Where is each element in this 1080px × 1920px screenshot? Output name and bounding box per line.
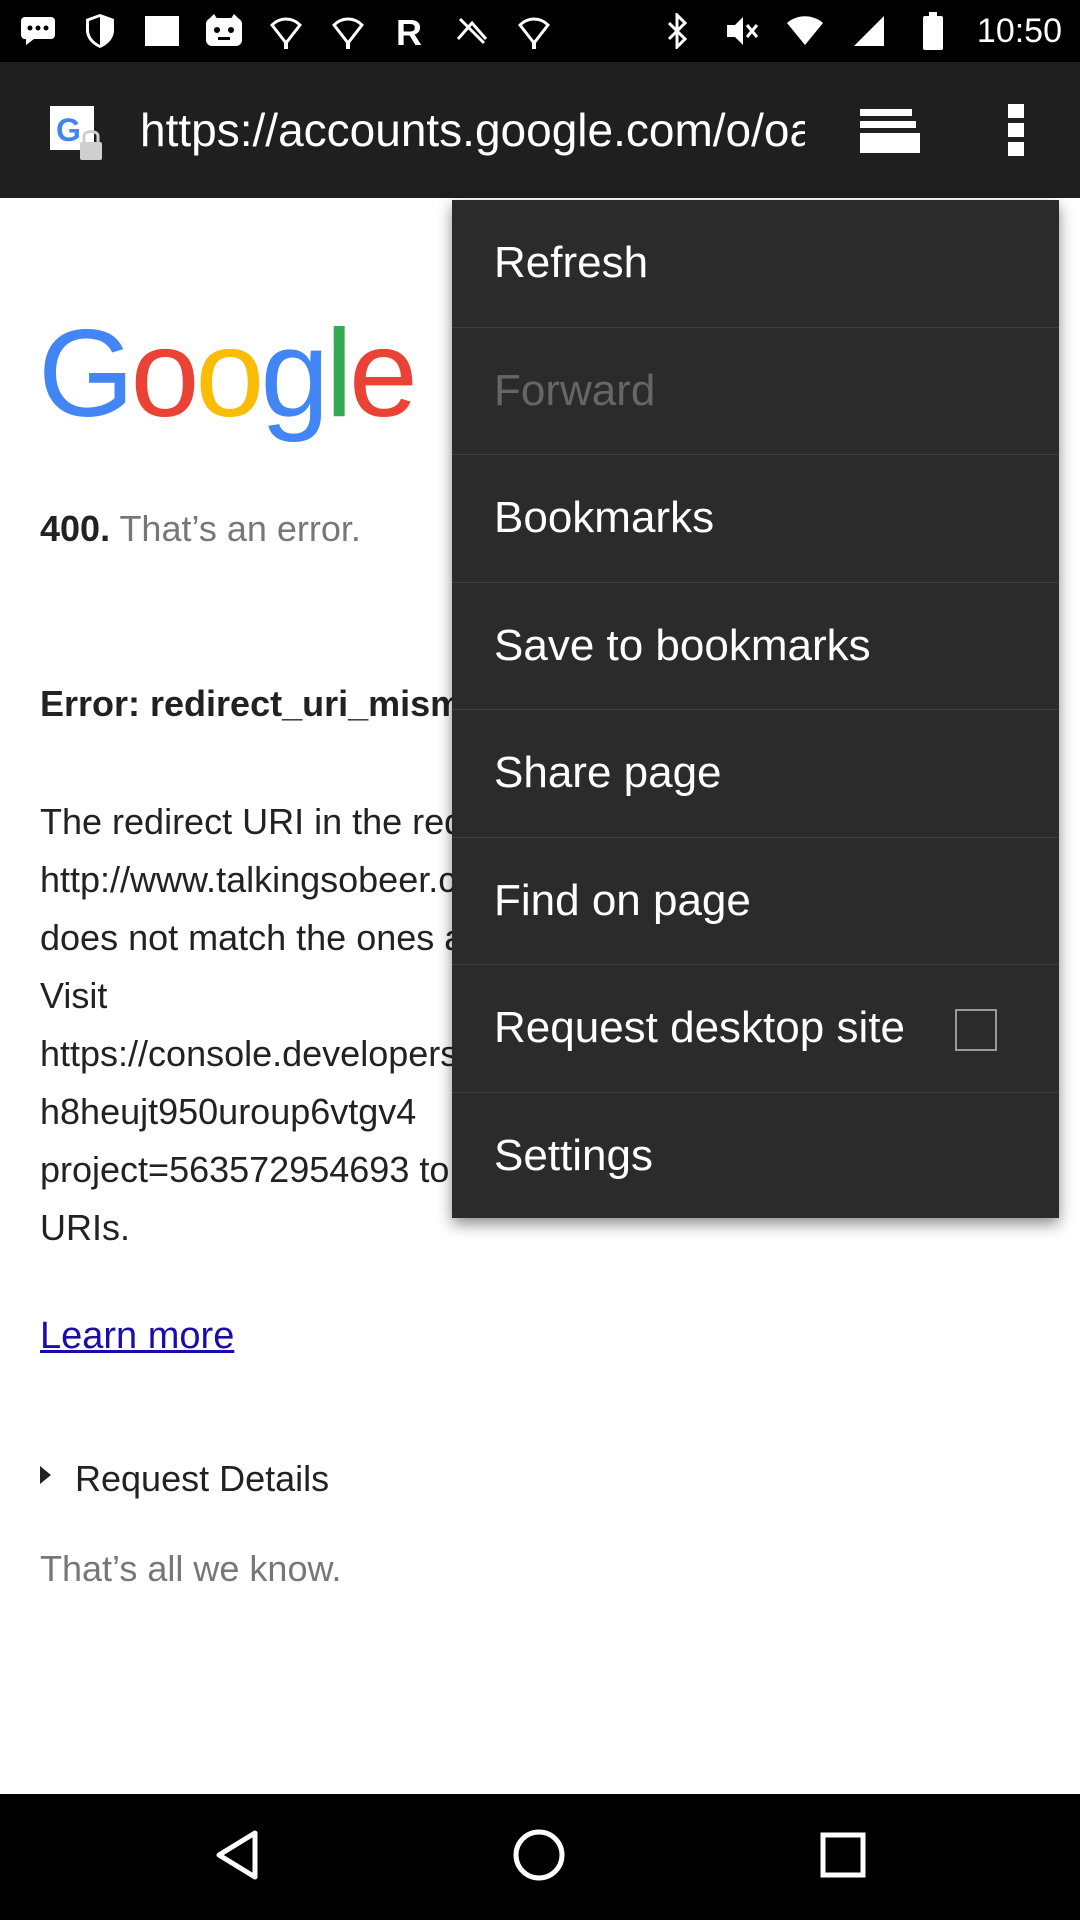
svg-text:Google: Google [38,318,414,443]
tabs-button[interactable] [850,92,930,172]
menu-item-share-page[interactable]: Share page [452,710,1059,838]
footer-text: That’s all we know. [40,1548,342,1589]
battery-icon [913,11,953,51]
wifi-icon [328,11,368,51]
menu-item-save-to-bookmarks[interactable]: Save to bookmarks [452,583,1059,710]
secure-site-favicon-icon: G [50,106,106,162]
recents-icon [819,1831,867,1884]
error-code: 400. [40,508,111,549]
browser-toolbar: G https://accounts.google.com/o/oauth2/a… [0,62,1080,198]
volume-off-icon [721,11,761,51]
overflow-menu: Refresh Forward Bookmarks Save to bookma… [452,200,1059,1218]
status-bar: R 10:50 [0,0,1080,62]
cat-icon [204,11,244,51]
tabs-stack-icon [858,105,922,160]
expand-arrow-icon [40,1466,51,1484]
signal-icon [849,11,889,51]
more-vert-icon [1006,102,1026,163]
chat-icon [18,11,58,51]
menu-item-bookmarks[interactable]: Bookmarks [452,455,1059,583]
request-desktop-site-checkbox[interactable] [955,1009,997,1051]
status-left-icons: R [18,8,554,54]
url-field[interactable]: https://accounts.google.com/o/oauth2/aut… [140,102,805,158]
navigation-bar [0,1794,1080,1920]
home-button[interactable] [494,1814,584,1900]
home-icon [511,1827,567,1888]
menu-item-settings[interactable]: Settings [452,1093,1059,1221]
signal-off-icon [452,11,492,51]
menu-item-find-on-page[interactable]: Find on page [452,838,1059,965]
svg-text:R: R [396,13,422,49]
menu-item-refresh[interactable]: Refresh [452,200,1059,328]
r-app-icon: R [390,11,430,51]
request-desktop-site-label: Request desktop site [494,1003,905,1053]
wifi-icon [266,11,306,51]
error-message: That’s an error. [119,508,361,549]
wifi-icon [514,11,554,51]
back-icon [213,1829,261,1886]
menu-item-forward: Forward [452,328,1059,455]
overflow-menu-button[interactable] [976,92,1056,172]
error-code-line: 400. That’s an error. [40,508,361,550]
shield-icon [80,11,120,51]
status-right-icons: 10:50 [657,8,1062,54]
menu-item-request-desktop-site[interactable]: Request desktop site [452,965,1059,1093]
recents-button[interactable] [798,1814,888,1900]
bluetooth-icon [657,11,697,51]
request-details-toggle[interactable]: Request Details [40,1458,329,1500]
status-time: 10:50 [976,11,1062,50]
wifi-icon [785,11,825,51]
svg-text:G: G [56,112,81,148]
request-details-label: Request Details [75,1458,330,1499]
learn-more-link[interactable]: Learn more [40,1315,234,1358]
image-icon [142,11,182,51]
google-logo: Google [38,305,418,448]
back-button[interactable] [192,1814,282,1900]
